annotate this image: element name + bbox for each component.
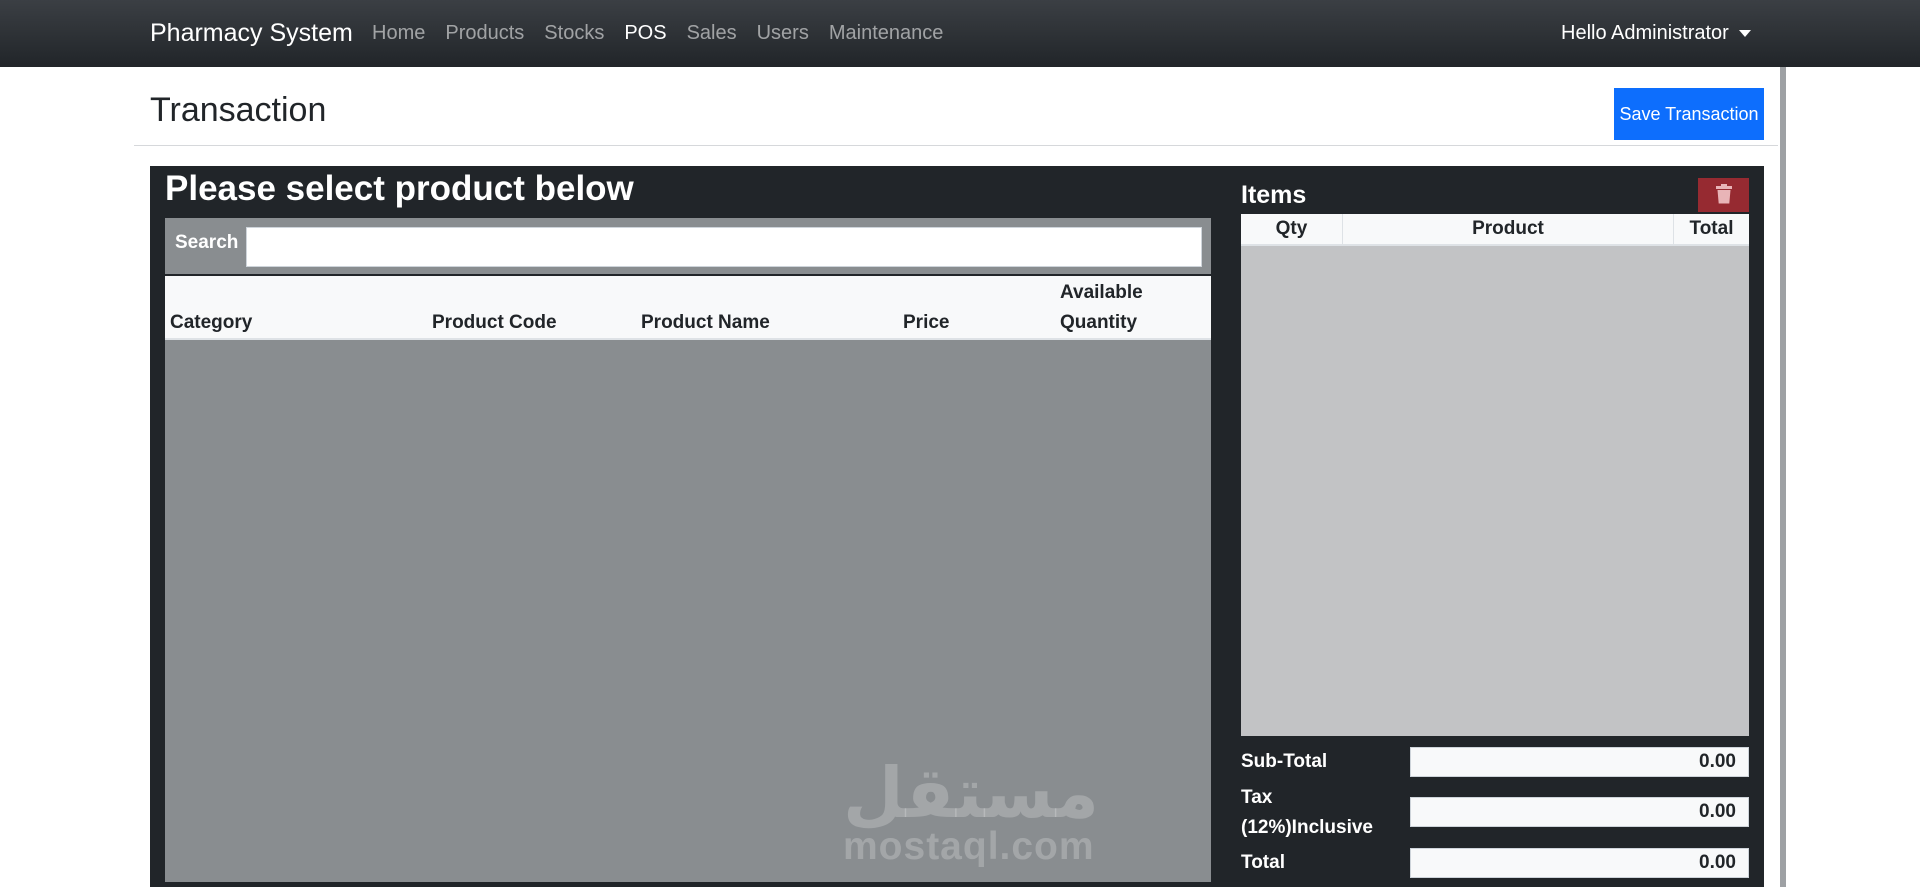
- col-category[interactable]: Category: [170, 308, 252, 338]
- user-greeting: Hello Administrator: [1561, 22, 1729, 44]
- nav-users[interactable]: Users: [757, 22, 809, 45]
- col-qty: Qty: [1275, 218, 1308, 239]
- page-scroll-edge: [1780, 67, 1786, 887]
- nav-maintenance[interactable]: Maintenance: [829, 22, 944, 45]
- nav-stocks[interactable]: Stocks: [544, 22, 604, 45]
- col-total: Total: [1689, 218, 1734, 239]
- watermark-latin: mostaql.com: [843, 825, 1095, 868]
- total-label: Total: [1241, 852, 1285, 873]
- col-price[interactable]: Price: [903, 308, 949, 338]
- nav-sales[interactable]: Sales: [687, 22, 737, 45]
- product-search-input[interactable]: [246, 227, 1202, 267]
- subtotal-label: Sub-Total: [1241, 751, 1328, 772]
- nav-home[interactable]: Home: [372, 22, 425, 45]
- save-transaction-button[interactable]: Save Transaction: [1614, 88, 1764, 140]
- tax-label-line2: (12%)Inclusive: [1241, 817, 1373, 838]
- items-section-title: Items: [1241, 181, 1307, 209]
- top-navbar: Pharmacy System Home Products Stocks POS…: [0, 0, 1920, 67]
- user-menu-dropdown[interactable]: Hello Administrator: [1561, 0, 1751, 67]
- clear-items-button[interactable]: [1698, 178, 1749, 212]
- search-label: Search: [175, 232, 239, 253]
- header-divider: [134, 145, 1778, 146]
- col-product-name[interactable]: Product Name: [641, 308, 770, 338]
- items-table-body[interactable]: [1241, 246, 1749, 736]
- watermark-arabic: مستقل: [843, 754, 1100, 832]
- nav-pos[interactable]: POS: [624, 22, 666, 45]
- subtotal-field: 0.00: [1410, 747, 1749, 777]
- col-product: Product: [1472, 218, 1544, 239]
- nav-links: Home Products Stocks POS Sales Users Mai…: [372, 0, 963, 67]
- brand-link[interactable]: Pharmacy System: [150, 0, 353, 67]
- tax-field: 0.00: [1410, 797, 1749, 827]
- caret-down-icon: [1738, 30, 1751, 37]
- product-section-title: Please select product below: [165, 169, 634, 208]
- col-product-code[interactable]: Product Code: [432, 308, 557, 338]
- col-available-qty-line1[interactable]: Available: [1060, 278, 1143, 308]
- page-title: Transaction: [150, 91, 327, 129]
- product-table-header: Category Product Code Product Name Price…: [165, 276, 1211, 340]
- total-field: 0.00: [1410, 848, 1749, 878]
- tax-label-line1: Tax: [1241, 787, 1273, 808]
- items-table-header: Qty Product Total: [1241, 214, 1749, 246]
- nav-products[interactable]: Products: [445, 22, 524, 45]
- trash-icon: [1715, 183, 1733, 207]
- col-available-qty-line2[interactable]: Quantity: [1060, 308, 1137, 338]
